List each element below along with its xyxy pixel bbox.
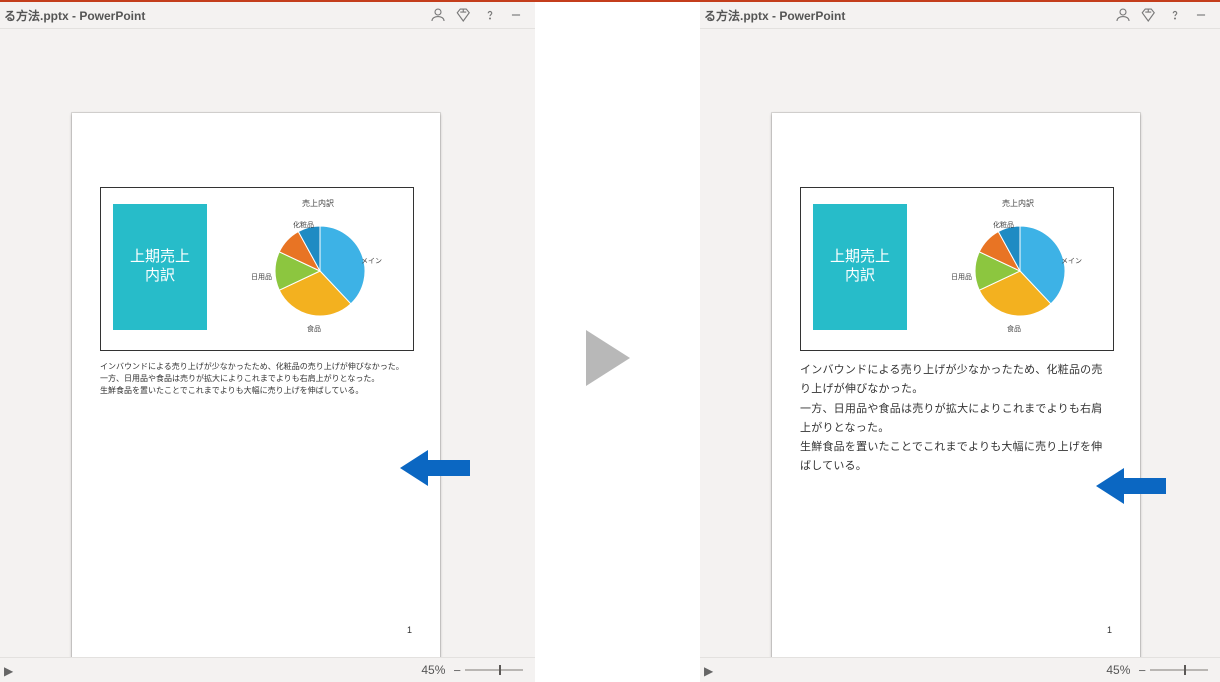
notes-text: インバウンドによる売り上げが少なかったため、化粧品の売り上げが伸びなかった。 一… xyxy=(100,361,412,397)
slide-thumbnail: 上期売上 内訳 売上内訳 メイン 食品 日用品 化粧品 xyxy=(800,187,1114,351)
left-window: る方法.pptx - PowerPoint 上期売上 内訳 売上内訳 xyxy=(0,2,535,682)
window-title: る方法.pptx - PowerPoint xyxy=(704,7,845,24)
page-sheet: 上期売上 内訳 売上内訳 メイン 食品 日用品 化粧品 インバウンドによる売り上… xyxy=(72,113,440,661)
help-icon[interactable] xyxy=(1162,2,1188,28)
window-title: る方法.pptx - PowerPoint xyxy=(4,7,145,24)
notes-text: インバウンドによる売り上げが少なかったため、化粧品の売り上げが伸びなかった。 一… xyxy=(800,361,1112,477)
pie-chart-svg xyxy=(965,216,1075,326)
pie-label-1: メイン xyxy=(1061,256,1082,266)
title-bar: る方法.pptx - PowerPoint xyxy=(0,2,535,29)
callout-arrow-left xyxy=(400,446,470,502)
minimize-button[interactable] xyxy=(1188,2,1214,28)
status-bar: ▶ 45% − xyxy=(0,657,535,682)
zoom-out-button[interactable]: − xyxy=(453,663,461,678)
help-icon[interactable] xyxy=(477,2,503,28)
callout-arrow-right xyxy=(1096,464,1166,520)
zoom-slider[interactable] xyxy=(1150,669,1208,671)
page-number: 1 xyxy=(407,625,412,635)
pie-chart: 売上内訳 メイン 食品 日用品 化粧品 xyxy=(233,196,403,346)
pie-label-3: 日用品 xyxy=(951,272,972,282)
transition-arrow-icon xyxy=(586,330,630,386)
pie-label-1: メイン xyxy=(361,256,382,266)
status-bar: ▶ 45% − xyxy=(700,657,1220,682)
pie-chart: 売上内訳 メイン 食品 日用品 化粧品 xyxy=(933,196,1103,346)
chart-title: 売上内訳 xyxy=(233,198,403,209)
page-number: 1 xyxy=(1107,625,1112,635)
zoom-percent[interactable]: 45% xyxy=(421,663,445,677)
zoom-percent[interactable]: 45% xyxy=(1106,663,1130,677)
title-bar: る方法.pptx - PowerPoint xyxy=(700,2,1220,29)
print-preview-area[interactable]: 上期売上 内訳 売上内訳 メイン 食品 日用品 化粧品 インバウンドによる売り上… xyxy=(700,29,1220,682)
next-page-arrow-icon[interactable]: ▶ xyxy=(4,664,13,678)
pie-label-2: 食品 xyxy=(307,324,321,334)
page-sheet: 上期売上 内訳 売上内訳 メイン 食品 日用品 化粧品 インバウンドによる売り上… xyxy=(772,113,1140,661)
account-icon[interactable] xyxy=(425,2,451,28)
pie-chart-svg xyxy=(265,216,375,326)
next-page-arrow-icon[interactable]: ▶ xyxy=(704,664,713,678)
print-preview-area[interactable]: 上期売上 内訳 売上内訳 メイン 食品 日用品 化粧品 インバウンドによる売り上… xyxy=(0,29,535,682)
right-window: る方法.pptx - PowerPoint 上期売上 内訳 売上内訳 xyxy=(700,2,1220,682)
slide-thumbnail: 上期売上 内訳 売上内訳 メイン 食品 日用品 化粧品 xyxy=(100,187,414,351)
minimize-button[interactable] xyxy=(503,2,529,28)
coming-soon-icon[interactable] xyxy=(1136,2,1162,28)
slide-title-box: 上期売上 内訳 xyxy=(113,204,207,330)
zoom-out-button[interactable]: − xyxy=(1138,663,1146,678)
coming-soon-icon[interactable] xyxy=(451,2,477,28)
pie-label-2: 食品 xyxy=(1007,324,1021,334)
pie-label-4: 化粧品 xyxy=(293,220,314,230)
account-icon[interactable] xyxy=(1110,2,1136,28)
chart-title: 売上内訳 xyxy=(933,198,1103,209)
comparison-stage: る方法.pptx - PowerPoint 上期売上 内訳 売上内訳 xyxy=(0,0,1220,682)
zoom-slider[interactable] xyxy=(465,669,523,671)
slide-title-box: 上期売上 内訳 xyxy=(813,204,907,330)
pie-label-3: 日用品 xyxy=(251,272,272,282)
pie-label-4: 化粧品 xyxy=(993,220,1014,230)
